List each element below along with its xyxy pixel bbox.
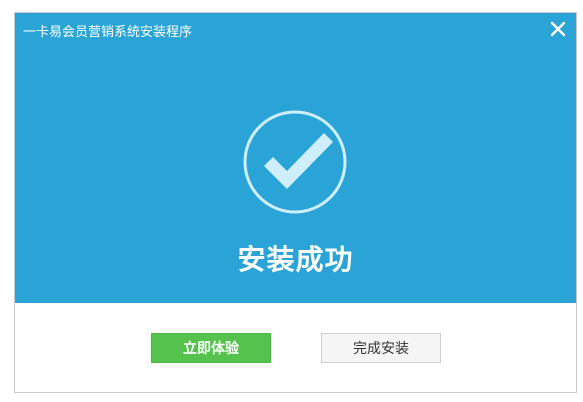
button-bar: 立即体验 完成安装 — [15, 303, 576, 392]
title-bar: 一卡易会员营销系统安装程序 — [15, 13, 576, 47]
close-button[interactable] — [546, 17, 570, 41]
try-now-button[interactable]: 立即体验 — [151, 333, 271, 363]
success-banner: 一卡易会员营销系统安装程序 安装成功 — [15, 13, 576, 303]
finish-install-button[interactable]: 完成安装 — [321, 333, 441, 363]
install-status-text: 安装成功 — [237, 243, 354, 276]
close-icon — [550, 21, 566, 37]
installer-window: 一卡易会员营销系统安装程序 安装成功 立即体验 完成安装 — [14, 12, 577, 393]
window-title: 一卡易会员营销系统安装程序 — [23, 25, 193, 40]
checkmark-circle-icon — [243, 110, 347, 214]
